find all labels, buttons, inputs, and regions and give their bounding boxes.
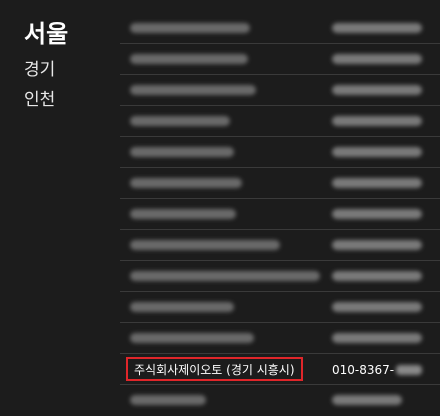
list-item[interactable] — [120, 261, 440, 292]
blurred-name — [130, 116, 230, 126]
blurred-name — [130, 54, 248, 64]
list-item[interactable] — [120, 168, 440, 199]
dealer-list: 주식회사제이오토 (경기 시흥시) 010-8367- — [120, 0, 440, 416]
blurred-name — [130, 209, 236, 219]
blurred-phone — [332, 85, 422, 95]
blurred-name — [130, 302, 234, 312]
blurred-phone — [332, 333, 422, 343]
region-seoul[interactable]: 서울 — [24, 22, 114, 46]
region-gyeonggi[interactable]: 경기 — [24, 62, 114, 79]
phone-masked-part — [396, 364, 423, 375]
highlighted-dealer-name: 주식회사제이오토 (경기 시흥시) — [126, 357, 303, 381]
list-item[interactable] — [120, 199, 440, 230]
highlighted-list-item[interactable]: 주식회사제이오토 (경기 시흥시) 010-8367- — [120, 354, 440, 385]
blurred-phone — [332, 23, 422, 33]
list-item[interactable] — [120, 230, 440, 261]
blurred-phone — [332, 240, 422, 250]
blurred-phone — [332, 395, 402, 405]
region-nav: 서울 경기 인천 — [24, 22, 114, 122]
blurred-name — [130, 240, 280, 250]
blurred-name — [130, 178, 242, 188]
blurred-phone — [332, 302, 422, 312]
list-item[interactable] — [120, 106, 440, 137]
list-item[interactable] — [120, 44, 440, 75]
blurred-phone — [332, 147, 422, 157]
blurred-phone — [332, 271, 422, 281]
list-item[interactable] — [120, 385, 440, 416]
blurred-phone — [332, 54, 422, 64]
list-item[interactable] — [120, 75, 440, 106]
blurred-name — [130, 23, 250, 33]
blurred-name — [130, 85, 256, 95]
blurred-phone — [332, 209, 422, 219]
blurred-name — [130, 333, 254, 343]
list-item[interactable] — [120, 292, 440, 323]
blurred-phone — [332, 116, 422, 126]
highlighted-dealer-phone: 010-8367- — [332, 354, 423, 385]
blurred-name — [130, 395, 206, 405]
blurred-name — [130, 147, 234, 157]
region-incheon[interactable]: 인천 — [24, 92, 114, 109]
blurred-phone — [332, 178, 422, 188]
phone-visible-part: 010-8367- — [332, 362, 395, 377]
blurred-name — [130, 271, 320, 281]
list-item[interactable] — [120, 137, 440, 168]
list-item[interactable] — [120, 323, 440, 354]
list-item[interactable] — [120, 13, 440, 44]
